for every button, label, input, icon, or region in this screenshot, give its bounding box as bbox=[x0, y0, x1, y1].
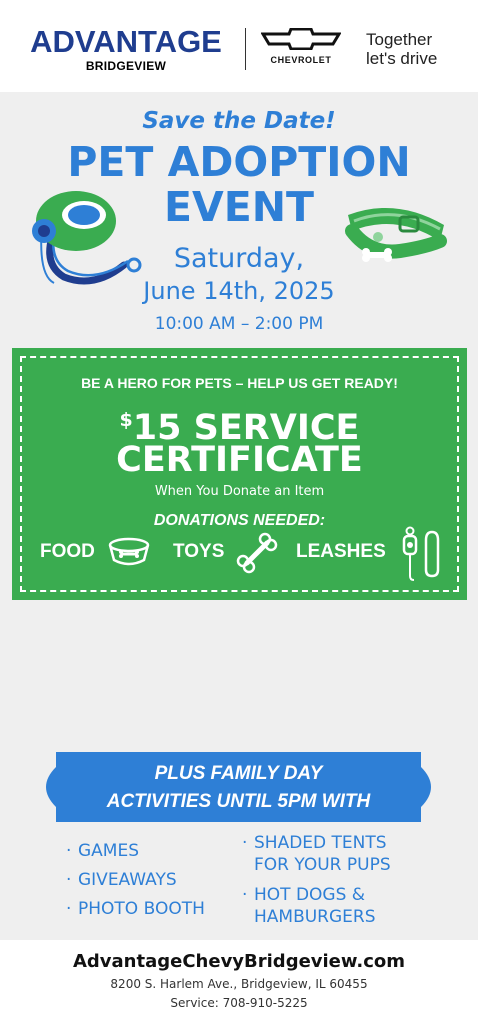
service-certificate: BE A HERO FOR PETS – HELP US GET READY! … bbox=[12, 348, 467, 600]
leash-icon bbox=[402, 526, 440, 581]
list-item: · GAMES bbox=[66, 841, 140, 861]
list-item: · HOT DOGS & HAMBURGERS bbox=[242, 884, 391, 928]
event-title-line1: PET ADOPTION bbox=[67, 138, 411, 186]
certificate-title: CERTIFICATE bbox=[116, 440, 363, 480]
list-item-line2: HAMBURGERS bbox=[254, 907, 376, 927]
family-day-line1: PLUS FAMILY DAY bbox=[154, 763, 323, 784]
bone-icon bbox=[236, 532, 278, 574]
chevrolet-logo: CHEVROLET bbox=[258, 28, 344, 65]
list-item: · PHOTO BOOTH bbox=[66, 899, 205, 919]
event-day: Saturday, bbox=[173, 243, 305, 274]
family-day-line2: ACTIVITIES UNTIL 5PM WITH bbox=[106, 791, 371, 812]
dealer-location: BRIDGEVIEW bbox=[85, 59, 167, 73]
hero-line: BE A HERO FOR PETS – HELP US GET READY! bbox=[81, 375, 398, 391]
list-item-line1: SHADED TENTS bbox=[254, 833, 387, 853]
activities-list-left: · GAMES · GIVEAWAYS · PHOTO BOOTH bbox=[66, 840, 205, 927]
list-item-line1: HOT DOGS & bbox=[254, 885, 366, 905]
donation-item-food: FOOD bbox=[40, 541, 95, 562]
list-item-label: GAMES bbox=[78, 841, 140, 861]
footer: AdvantageChevyBridgeview.com 8200 S. Har… bbox=[0, 940, 478, 1024]
dollar-sign: $ bbox=[119, 409, 133, 431]
family-day-text: PLUS FAMILY DAY ACTIVITIES UNTIL 5PM WIT… bbox=[36, 760, 441, 816]
certificate-subtitle: When You Donate an Item bbox=[154, 484, 325, 499]
chevy-bowtie-icon bbox=[261, 28, 341, 50]
donation-item-leashes: LEASHES bbox=[296, 541, 386, 562]
logo-divider bbox=[245, 28, 246, 70]
list-item: · GIVEAWAYS bbox=[66, 870, 177, 890]
list-item-label: PHOTO BOOTH bbox=[78, 899, 205, 919]
pet-bowl-icon bbox=[108, 537, 150, 566]
donation-item-toys: TOYS bbox=[173, 541, 225, 562]
tagline-line1: Together bbox=[366, 30, 433, 49]
tagline-line2: let's drive bbox=[366, 49, 438, 68]
event-date: June 14th, 2025 bbox=[143, 277, 335, 305]
website-link[interactable]: AdvantageChevyBridgeview.com bbox=[0, 951, 478, 972]
event-time: 10:00 AM – 2:00 PM bbox=[154, 314, 324, 334]
brand-name: CHEVROLET bbox=[270, 55, 332, 65]
header: ADVANTAGE BRIDGEVIEW CHEVROLET Together … bbox=[0, 0, 478, 92]
tagline: Together let's drive bbox=[366, 30, 474, 68]
dealer-address: 8200 S. Harlem Ave., Bridgeview, IL 6045… bbox=[110, 977, 368, 991]
save-the-date: Save the Date! bbox=[142, 108, 336, 134]
list-item-line2: FOR YOUR PUPS bbox=[254, 855, 391, 875]
dealer-name: ADVANTAGE bbox=[30, 24, 222, 59]
advantage-logo: ADVANTAGE BRIDGEVIEW bbox=[20, 24, 232, 74]
list-item: · SHADED TENTS FOR YOUR PUPS bbox=[242, 833, 391, 875]
activities-list-right: · SHADED TENTS FOR YOUR PUPS · HOT DOGS & … bbox=[242, 832, 391, 936]
list-item-label: GIVEAWAYS bbox=[78, 870, 177, 890]
service-phone: Service: 708-910-5225 bbox=[170, 996, 308, 1010]
